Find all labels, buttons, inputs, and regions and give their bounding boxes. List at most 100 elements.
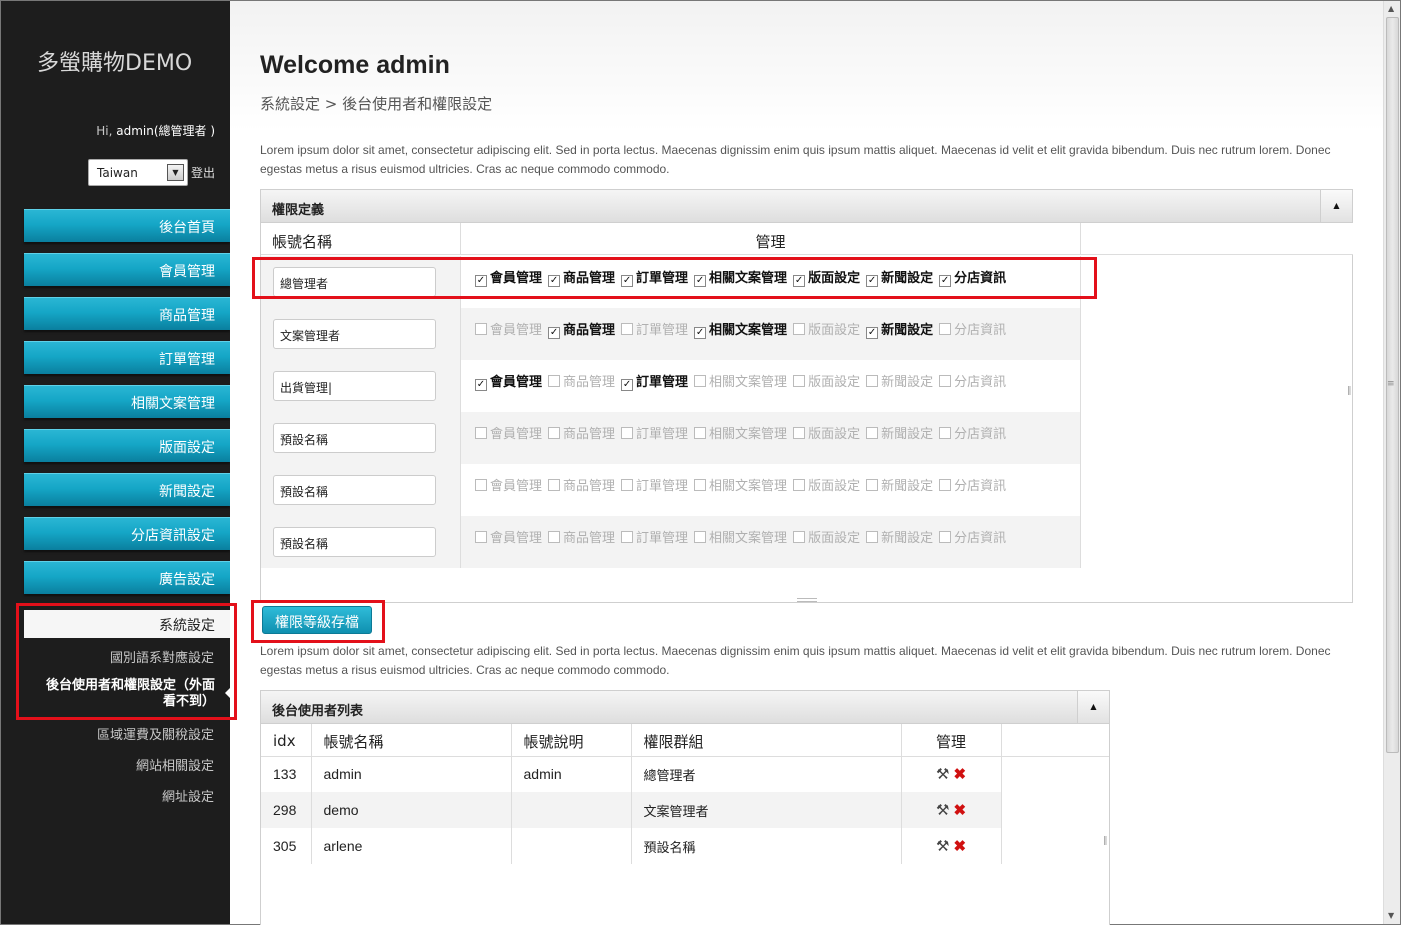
- scroll-down-arrow-icon[interactable]: ▼: [1388, 911, 1394, 920]
- permission-option[interactable]: 版面設定: [793, 371, 860, 390]
- permission-option[interactable]: 商品管理: [548, 475, 615, 494]
- permission-option[interactable]: 訂單管理: [621, 527, 688, 546]
- permission-checkbox[interactable]: [866, 427, 879, 439]
- permission-checkbox[interactable]: [548, 479, 561, 491]
- permission-checkbox[interactable]: [793, 531, 806, 543]
- permission-checkbox[interactable]: [939, 479, 952, 491]
- permission-name-input[interactable]: 文案管理者: [273, 319, 436, 349]
- permission-option[interactable]: 相關文案管理: [694, 423, 787, 442]
- scroll-up-arrow-icon[interactable]: ▲: [1388, 4, 1394, 13]
- permission-checkbox[interactable]: [475, 427, 487, 439]
- triangle-down-icon[interactable]: ▼: [167, 164, 184, 181]
- permission-option[interactable]: 分店資訊: [939, 475, 1006, 494]
- permission-checkbox[interactable]: [694, 375, 707, 387]
- permission-option[interactable]: 新聞設定: [866, 371, 933, 390]
- delete-x-icon[interactable]: ✖: [953, 837, 966, 855]
- permission-checkbox[interactable]: [694, 479, 707, 491]
- delete-x-icon[interactable]: ✖: [953, 801, 966, 819]
- permission-checkbox[interactable]: [793, 479, 806, 491]
- permission-checkbox[interactable]: [939, 427, 952, 439]
- permission-checkbox[interactable]: [939, 531, 952, 543]
- sub-item-site[interactable]: 網站相關設定: [136, 755, 214, 774]
- permission-option[interactable]: 商品管理: [548, 423, 615, 442]
- logout-link[interactable]: 登出: [191, 164, 215, 181]
- permission-name-input[interactable]: 預設名稱: [273, 475, 436, 505]
- nav-item-layout[interactable]: 版面設定: [24, 429, 230, 462]
- permission-option[interactable]: 商品管理: [548, 371, 615, 390]
- permission-checkbox[interactable]: [694, 427, 707, 439]
- language-select[interactable]: Taiwan ▼: [88, 159, 188, 186]
- permission-option[interactable]: ✓ 相關文案管理: [694, 319, 787, 339]
- permission-checkbox[interactable]: [621, 427, 634, 439]
- permission-option[interactable]: 分店資訊: [939, 527, 1006, 546]
- permission-checkbox[interactable]: [621, 479, 634, 491]
- permission-option[interactable]: 會員管理: [475, 475, 542, 494]
- permission-option[interactable]: 版面設定: [793, 423, 860, 442]
- permission-checkbox[interactable]: [793, 427, 806, 439]
- permission-name-input[interactable]: 出貨管理|: [273, 371, 436, 401]
- resize-grip-icon[interactable]: [797, 598, 817, 602]
- permission-checkbox[interactable]: [475, 531, 487, 543]
- nav-item-news[interactable]: 新聞設定: [24, 473, 230, 506]
- permission-option[interactable]: 相關文案管理: [694, 371, 787, 390]
- tools-icon[interactable]: ⚒: [936, 801, 949, 819]
- splitter-grip-icon[interactable]: ‖: [1103, 836, 1108, 846]
- permission-checkbox[interactable]: [621, 323, 634, 335]
- permission-checkbox[interactable]: [939, 323, 952, 335]
- permission-option[interactable]: 訂單管理: [621, 423, 688, 442]
- permission-option[interactable]: 會員管理: [475, 319, 542, 338]
- permission-option[interactable]: 訂單管理: [621, 319, 688, 338]
- permission-option[interactable]: 分店資訊: [939, 423, 1006, 442]
- permission-checkbox[interactable]: [793, 375, 806, 387]
- triangle-up-icon[interactable]: ▲: [1077, 691, 1109, 723]
- splitter-grip-icon[interactable]: ‖: [1347, 386, 1352, 396]
- permission-option[interactable]: 版面設定: [793, 475, 860, 494]
- nav-item-products[interactable]: 商品管理: [24, 297, 230, 330]
- permission-checkbox[interactable]: ✓: [621, 379, 634, 391]
- permission-checkbox[interactable]: [939, 375, 952, 387]
- permission-option[interactable]: ✓ 商品管理: [548, 319, 615, 339]
- permission-option[interactable]: 訂單管理: [621, 475, 688, 494]
- permission-checkbox[interactable]: [793, 323, 806, 335]
- permission-option[interactable]: 分店資訊: [939, 371, 1006, 390]
- permission-checkbox[interactable]: [475, 323, 487, 335]
- permission-name-input[interactable]: 預設名稱: [273, 423, 436, 453]
- permission-checkbox[interactable]: [621, 531, 634, 543]
- nav-item-members[interactable]: 會員管理: [24, 253, 230, 286]
- permission-option[interactable]: 版面設定: [793, 319, 860, 338]
- permission-checkbox[interactable]: ✓: [866, 327, 879, 339]
- permission-option[interactable]: 會員管理: [475, 527, 542, 546]
- permission-option[interactable]: 新聞設定: [866, 423, 933, 442]
- permission-checkbox[interactable]: ✓: [548, 327, 561, 339]
- permission-option[interactable]: 商品管理: [548, 527, 615, 546]
- permission-option[interactable]: 新聞設定: [866, 527, 933, 546]
- nav-item-orders[interactable]: 訂單管理: [24, 341, 230, 374]
- permission-name-input[interactable]: 預設名稱: [273, 527, 436, 557]
- permission-option[interactable]: 相關文案管理: [694, 527, 787, 546]
- tools-icon[interactable]: ⚒: [936, 837, 949, 855]
- sub-item-url[interactable]: 網址設定: [162, 786, 214, 805]
- nav-item-ads[interactable]: 廣告設定: [24, 561, 230, 594]
- permission-checkbox[interactable]: [548, 375, 561, 387]
- permission-option[interactable]: 會員管理: [475, 423, 542, 442]
- vertical-scrollbar[interactable]: ▲ ≡ ▼: [1383, 1, 1400, 924]
- permission-option[interactable]: ✓ 會員管理: [475, 371, 542, 391]
- permission-checkbox[interactable]: [866, 531, 879, 543]
- permission-checkbox[interactable]: [548, 531, 561, 543]
- nav-item-articles[interactable]: 相關文案管理: [24, 385, 230, 418]
- permission-checkbox[interactable]: [866, 479, 879, 491]
- permission-option[interactable]: 新聞設定: [866, 475, 933, 494]
- permission-option[interactable]: 相關文案管理: [694, 475, 787, 494]
- sub-item-shipping[interactable]: 區域運費及關稅設定: [97, 724, 214, 743]
- permission-option[interactable]: 分店資訊: [939, 319, 1006, 338]
- permission-checkbox[interactable]: [548, 427, 561, 439]
- permission-checkbox[interactable]: ✓: [694, 327, 707, 339]
- delete-x-icon[interactable]: ✖: [953, 765, 966, 783]
- permission-option[interactable]: ✓ 新聞設定: [866, 319, 933, 339]
- permission-checkbox[interactable]: [694, 531, 707, 543]
- triangle-up-icon[interactable]: ▲: [1320, 190, 1352, 222]
- tools-icon[interactable]: ⚒: [936, 765, 949, 783]
- permission-checkbox[interactable]: [475, 479, 487, 491]
- permission-checkbox[interactable]: ✓: [475, 379, 487, 391]
- nav-item-dashboard[interactable]: 後台首頁: [24, 209, 230, 242]
